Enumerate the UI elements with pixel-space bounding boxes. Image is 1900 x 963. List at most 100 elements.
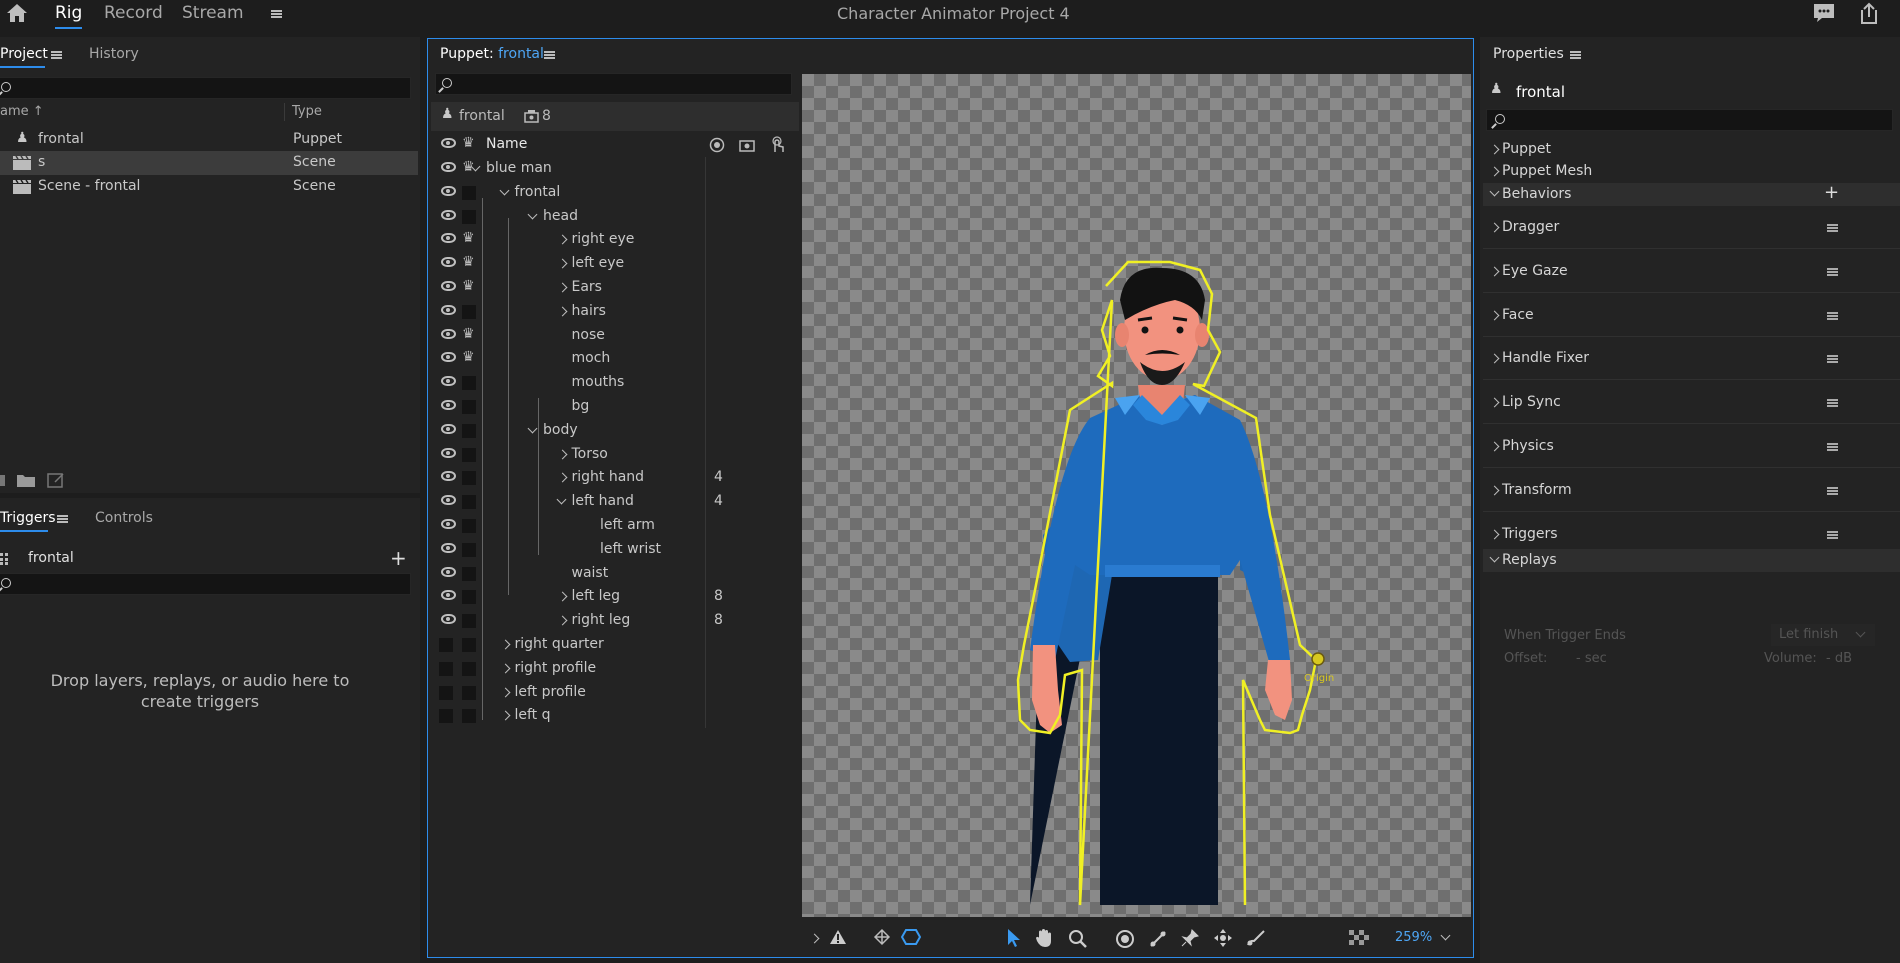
expand-chevron-icon[interactable] xyxy=(557,306,567,317)
expand-chevron-icon[interactable] xyxy=(1489,310,1500,321)
expand-chevron-icon[interactable] xyxy=(500,663,510,674)
feedback-icon[interactable] xyxy=(1812,2,1836,24)
collapse-chevron-icon[interactable] xyxy=(527,423,538,434)
tag-icon[interactable]: ♛ xyxy=(462,254,475,270)
hand-tool-icon[interactable] xyxy=(1034,928,1054,948)
visibility-icon[interactable] xyxy=(441,209,456,220)
tag-checkbox[interactable] xyxy=(462,495,476,510)
visibility-icon[interactable] xyxy=(441,590,456,601)
behavior-row[interactable]: Dragger xyxy=(1483,208,1900,249)
layer-row[interactable]: right quarter xyxy=(431,633,799,657)
visibility-icon[interactable] xyxy=(441,400,456,410)
layer-row[interactable]: hairs xyxy=(431,299,799,324)
dragger-tool-icon[interactable] xyxy=(1213,928,1233,948)
expand-chevron-icon[interactable] xyxy=(1489,166,1500,177)
layer-row[interactable]: left q xyxy=(431,704,799,729)
puppet-canvas[interactable]: Origin xyxy=(802,74,1471,917)
column-header-type[interactable]: Type xyxy=(292,104,322,119)
triggers-menu-icon[interactable] xyxy=(57,515,68,523)
mesh-outline-icon[interactable] xyxy=(901,928,921,946)
layer-row[interactable]: left arm xyxy=(431,514,799,538)
visibility-icon[interactable] xyxy=(441,328,456,339)
expand-chevron-icon[interactable] xyxy=(1489,144,1500,155)
expand-chevron-icon[interactable] xyxy=(1489,529,1500,540)
behavior-row[interactable]: Handle Fixer xyxy=(1483,339,1900,381)
visibility-icon[interactable] xyxy=(441,376,456,387)
origin-tool-icon[interactable] xyxy=(1115,929,1135,949)
add-behavior-button[interactable]: + xyxy=(1824,182,1839,203)
property-section[interactable]: Puppet xyxy=(1483,138,1900,161)
behavior-row[interactable]: Lip Sync xyxy=(1483,383,1900,425)
expand-chevron-icon[interactable] xyxy=(1489,222,1500,233)
new-scene-icon[interactable] xyxy=(47,472,65,488)
behavior-menu-icon[interactable] xyxy=(1827,443,1838,451)
visibility-checkbox[interactable] xyxy=(439,638,453,652)
expand-chevron-icon[interactable] xyxy=(557,258,567,269)
record-icon[interactable] xyxy=(709,137,725,153)
tag-checkbox[interactable] xyxy=(462,614,476,629)
layer-row[interactable]: bg xyxy=(431,395,799,419)
visibility-checkbox[interactable] xyxy=(439,661,453,676)
camera-icon[interactable] xyxy=(739,137,755,153)
tag-icon[interactable]: ♛ xyxy=(462,278,475,294)
layer-row[interactable]: left hand 4 xyxy=(431,490,799,515)
layer-row[interactable]: mouths xyxy=(431,371,799,396)
visibility-icon[interactable] xyxy=(441,542,456,553)
layer-row[interactable]: ♛ blue man xyxy=(431,157,799,181)
project-search-input[interactable] xyxy=(0,77,411,99)
expand-chevron-icon[interactable] xyxy=(500,639,510,650)
replays-section[interactable]: Replays xyxy=(1483,549,1900,572)
tab-history[interactable]: History xyxy=(89,46,139,62)
expand-chevron-icon[interactable] xyxy=(557,234,567,245)
layer-row[interactable]: body xyxy=(431,418,799,443)
behavior-menu-icon[interactable] xyxy=(1827,355,1838,364)
name-column-header[interactable]: Name xyxy=(486,136,527,152)
tag-checkbox[interactable] xyxy=(462,542,476,557)
select-tool-icon[interactable] xyxy=(1006,928,1022,948)
visibility-icon[interactable] xyxy=(441,233,456,244)
transparency-grid-icon[interactable] xyxy=(1349,930,1369,948)
tag-checkbox[interactable] xyxy=(462,590,476,605)
touch-icon[interactable] xyxy=(769,136,785,154)
visibility-icon[interactable] xyxy=(441,471,456,482)
layer-row[interactable]: right leg 8 xyxy=(431,609,799,634)
tag-checkbox[interactable] xyxy=(462,376,476,391)
behavior-menu-icon[interactable] xyxy=(1827,399,1838,408)
layer-row[interactable]: head xyxy=(431,204,799,229)
project-row[interactable]: Scene - frontal Scene xyxy=(0,175,418,199)
expand-chevron-icon[interactable] xyxy=(1489,353,1500,364)
visibility-icon[interactable] xyxy=(441,495,456,506)
project-row-selected[interactable]: s Scene xyxy=(0,151,418,175)
visibility-icon[interactable] xyxy=(441,257,456,268)
expand-chevron-icon[interactable] xyxy=(1489,266,1500,277)
tag-checkbox[interactable] xyxy=(462,400,476,414)
collapse-chevron-icon[interactable] xyxy=(499,185,509,196)
volume-value[interactable]: - dB xyxy=(1826,651,1852,666)
properties-search-input[interactable] xyxy=(1486,109,1893,131)
expand-chevron-icon[interactable] xyxy=(1489,397,1500,408)
tag-icon[interactable]: ♛ xyxy=(462,349,475,365)
collapse-chevron-icon[interactable] xyxy=(556,494,566,505)
let-finish-dropdown[interactable]: Let finish xyxy=(1771,624,1875,646)
tab-stream[interactable]: Stream xyxy=(182,3,244,23)
layer-row[interactable]: ♛ moch xyxy=(431,347,799,372)
visibility-icon[interactable] xyxy=(441,447,456,458)
property-section[interactable]: Behaviors + xyxy=(1483,182,1900,206)
visibility-icon[interactable] xyxy=(441,352,456,363)
tab-controls[interactable]: Controls xyxy=(95,510,153,526)
behavior-row[interactable]: Eye Gaze xyxy=(1483,252,1900,293)
visibility-icon[interactable] xyxy=(441,519,456,529)
behavior-menu-icon[interactable] xyxy=(1827,267,1838,276)
tag-icon[interactable]: ♛ xyxy=(462,326,475,342)
home-icon[interactable] xyxy=(5,2,29,24)
zoom-tool-icon[interactable] xyxy=(1068,929,1088,949)
warning-icon[interactable] xyxy=(829,929,847,945)
bend-tool-icon[interactable] xyxy=(1246,928,1268,948)
collapse-chevron-icon[interactable] xyxy=(1489,552,1500,563)
offset-value[interactable]: - sec xyxy=(1576,651,1607,666)
expand-chevron-icon[interactable] xyxy=(557,472,567,483)
visibility-icon[interactable] xyxy=(441,162,456,172)
column-header-name[interactable]: ame ↑ xyxy=(0,104,44,119)
visibility-icon[interactable] xyxy=(441,566,456,577)
tag-checkbox[interactable] xyxy=(462,566,476,581)
